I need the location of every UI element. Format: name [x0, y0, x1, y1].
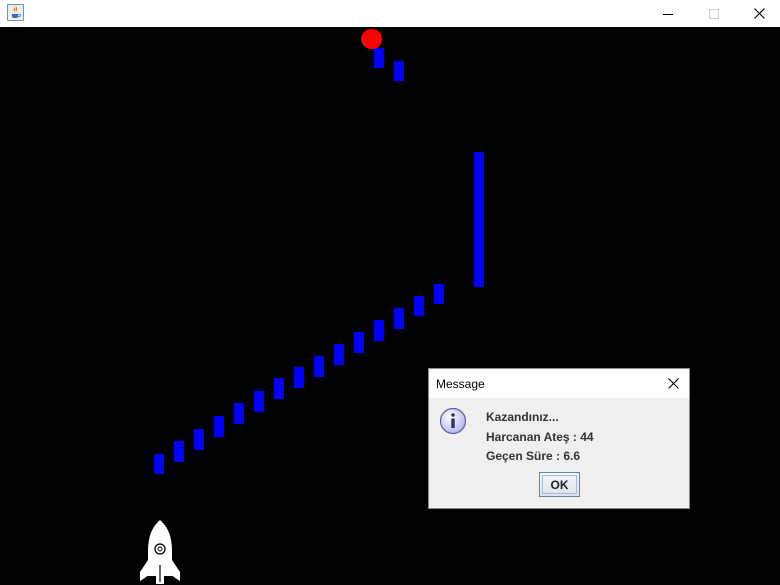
- block-tall: [474, 152, 484, 287]
- info-icon: [439, 407, 467, 435]
- block: [274, 378, 284, 399]
- ok-button[interactable]: OK: [539, 472, 580, 497]
- block: [434, 284, 444, 304]
- block: [314, 356, 324, 377]
- block: [214, 416, 224, 437]
- maximize-icon: [708, 8, 719, 19]
- minimize-icon: [662, 13, 673, 15]
- block: [374, 320, 384, 341]
- ok-button-label: OK: [550, 477, 569, 492]
- block: [194, 429, 204, 450]
- message-line-time: Geçen Süre : 6.6: [486, 449, 581, 463]
- close-button[interactable]: [737, 0, 780, 27]
- close-icon: [754, 8, 765, 19]
- rocket-icon: [140, 520, 180, 584]
- block: [374, 48, 384, 68]
- ball: [361, 29, 382, 49]
- dialog-close-button[interactable]: [658, 369, 689, 398]
- message-dialog: Message Kazandınız... Harcanan Ateş : 44…: [428, 368, 690, 509]
- block: [414, 296, 424, 316]
- block: [394, 61, 404, 81]
- minimize-button[interactable]: [645, 0, 690, 27]
- block: [354, 332, 364, 353]
- message-line-result: Kazandınız...: [486, 410, 559, 424]
- java-cup-icon: [7, 4, 24, 21]
- message-line-shots: Harcanan Ateş : 44: [486, 430, 594, 444]
- dialog-title: Message: [436, 377, 485, 391]
- block: [294, 367, 304, 388]
- block: [254, 391, 264, 412]
- dialog-titlebar: Message: [429, 369, 689, 398]
- block: [174, 441, 184, 462]
- maximize-button[interactable]: [691, 0, 736, 27]
- block: [334, 344, 344, 365]
- block: [234, 403, 244, 424]
- window-titlebar: [0, 0, 780, 27]
- block: [154, 454, 164, 474]
- block: [394, 308, 404, 329]
- close-icon: [668, 378, 679, 389]
